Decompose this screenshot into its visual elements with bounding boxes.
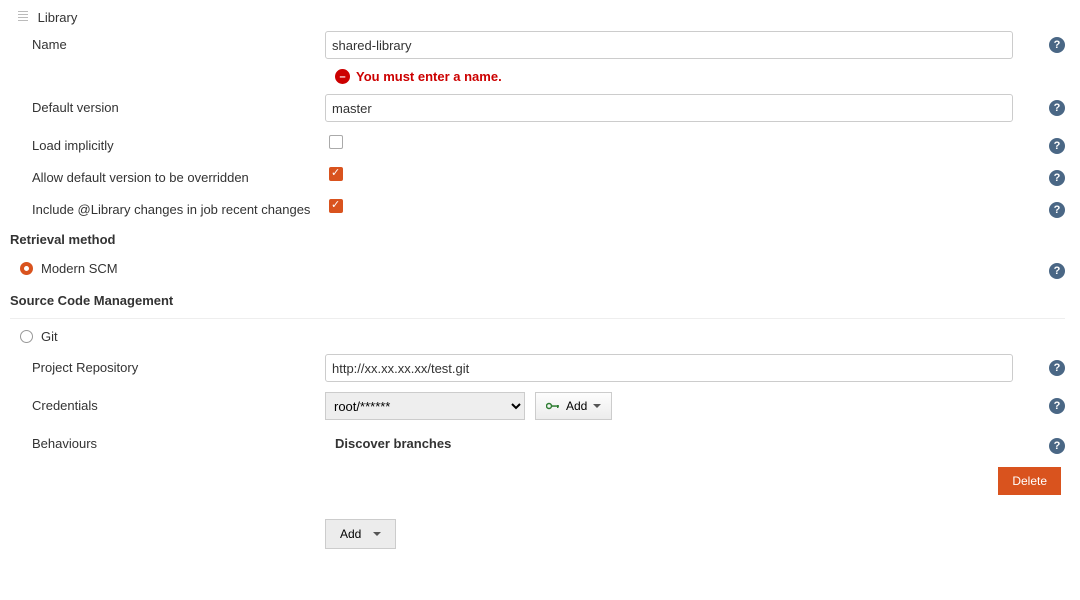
git-label: Git <box>41 329 58 344</box>
name-label: Name <box>10 31 325 52</box>
project-repo-input[interactable] <box>325 354 1013 382</box>
include-changes-label: Include @Library changes in job recent c… <box>10 196 325 217</box>
add-behaviour-button[interactable]: Add <box>325 519 396 549</box>
library-section-label: Library <box>38 10 78 25</box>
credentials-label: Credentials <box>10 392 325 413</box>
chevron-down-icon <box>373 532 381 536</box>
help-icon[interactable]: ? <box>1049 138 1065 154</box>
chevron-down-icon <box>593 404 601 408</box>
error-icon: – <box>335 69 350 84</box>
project-repo-label: Project Repository <box>10 354 325 375</box>
name-error-message: – You must enter a name. <box>335 69 1065 84</box>
key-icon <box>546 401 560 411</box>
help-icon[interactable]: ? <box>1049 170 1065 186</box>
divider <box>10 318 1065 319</box>
retrieval-method-heading: Retrieval method <box>10 232 1065 247</box>
default-version-label: Default version <box>10 94 325 115</box>
git-radio[interactable] <box>20 330 33 343</box>
scm-heading: Source Code Management <box>10 293 1065 308</box>
default-version-input[interactable] <box>325 94 1013 122</box>
help-icon[interactable]: ? <box>1049 100 1065 116</box>
add-credentials-button[interactable]: Add <box>535 392 612 420</box>
behaviours-label: Behaviours <box>10 430 325 451</box>
load-implicitly-checkbox[interactable] <box>329 135 343 149</box>
allow-override-label: Allow default version to be overridden <box>10 164 325 185</box>
allow-override-checkbox[interactable] <box>329 167 343 181</box>
help-icon[interactable]: ? <box>1049 263 1065 279</box>
help-icon[interactable]: ? <box>1049 37 1065 53</box>
discover-branches-label: Discover branches <box>335 436 451 451</box>
load-implicitly-label: Load implicitly <box>10 132 325 153</box>
include-changes-checkbox[interactable] <box>329 199 343 213</box>
help-icon[interactable]: ? <box>1049 360 1065 376</box>
drag-handle-icon[interactable] <box>18 11 28 23</box>
help-icon[interactable]: ? <box>1049 438 1065 454</box>
name-input[interactable] <box>325 31 1013 59</box>
modern-scm-radio[interactable] <box>20 262 33 275</box>
modern-scm-label: Modern SCM <box>41 261 118 276</box>
delete-behaviour-button[interactable]: Delete <box>998 467 1061 495</box>
credentials-select[interactable]: root/****** <box>325 392 525 420</box>
help-icon[interactable]: ? <box>1049 398 1065 414</box>
help-icon[interactable]: ? <box>1049 202 1065 218</box>
